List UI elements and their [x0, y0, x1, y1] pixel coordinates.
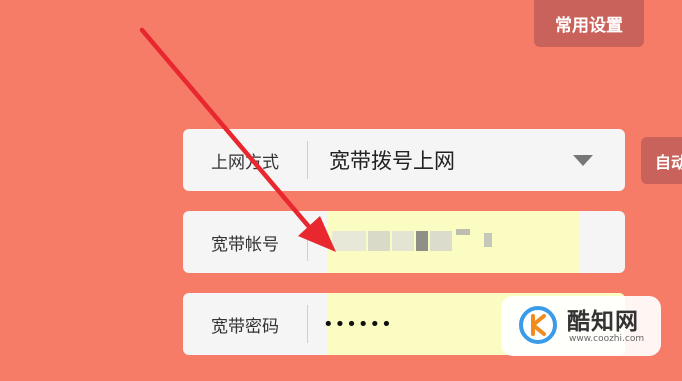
- watermark-url: www.coozhi.com: [569, 334, 645, 344]
- watermark-name: 酷知网: [567, 309, 639, 335]
- coozhi-logo-icon: [517, 304, 559, 346]
- coozhi-watermark: 酷知网 www.coozhi.com: [501, 296, 661, 356]
